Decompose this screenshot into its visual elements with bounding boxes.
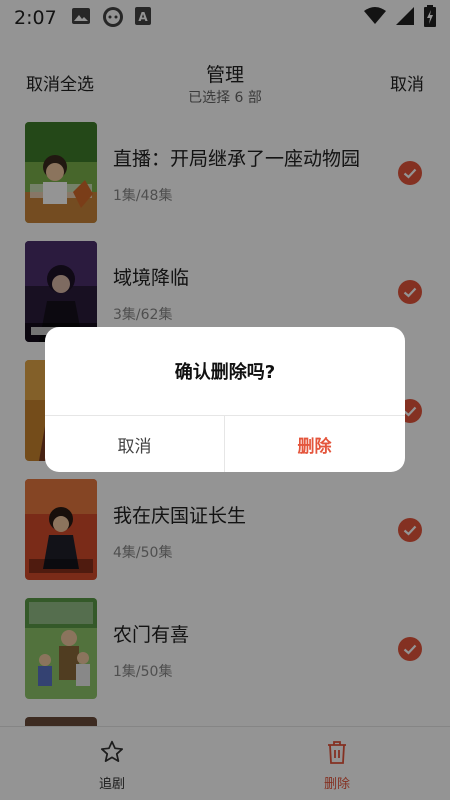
dialog-delete-button[interactable]: 删除 xyxy=(225,416,404,472)
dialog-cancel-button[interactable]: 取消 xyxy=(45,416,224,472)
dialog-message: 确认删除吗? xyxy=(174,362,276,383)
confirm-delete-dialog: 确认删除吗? 取消 删除 xyxy=(45,327,405,472)
